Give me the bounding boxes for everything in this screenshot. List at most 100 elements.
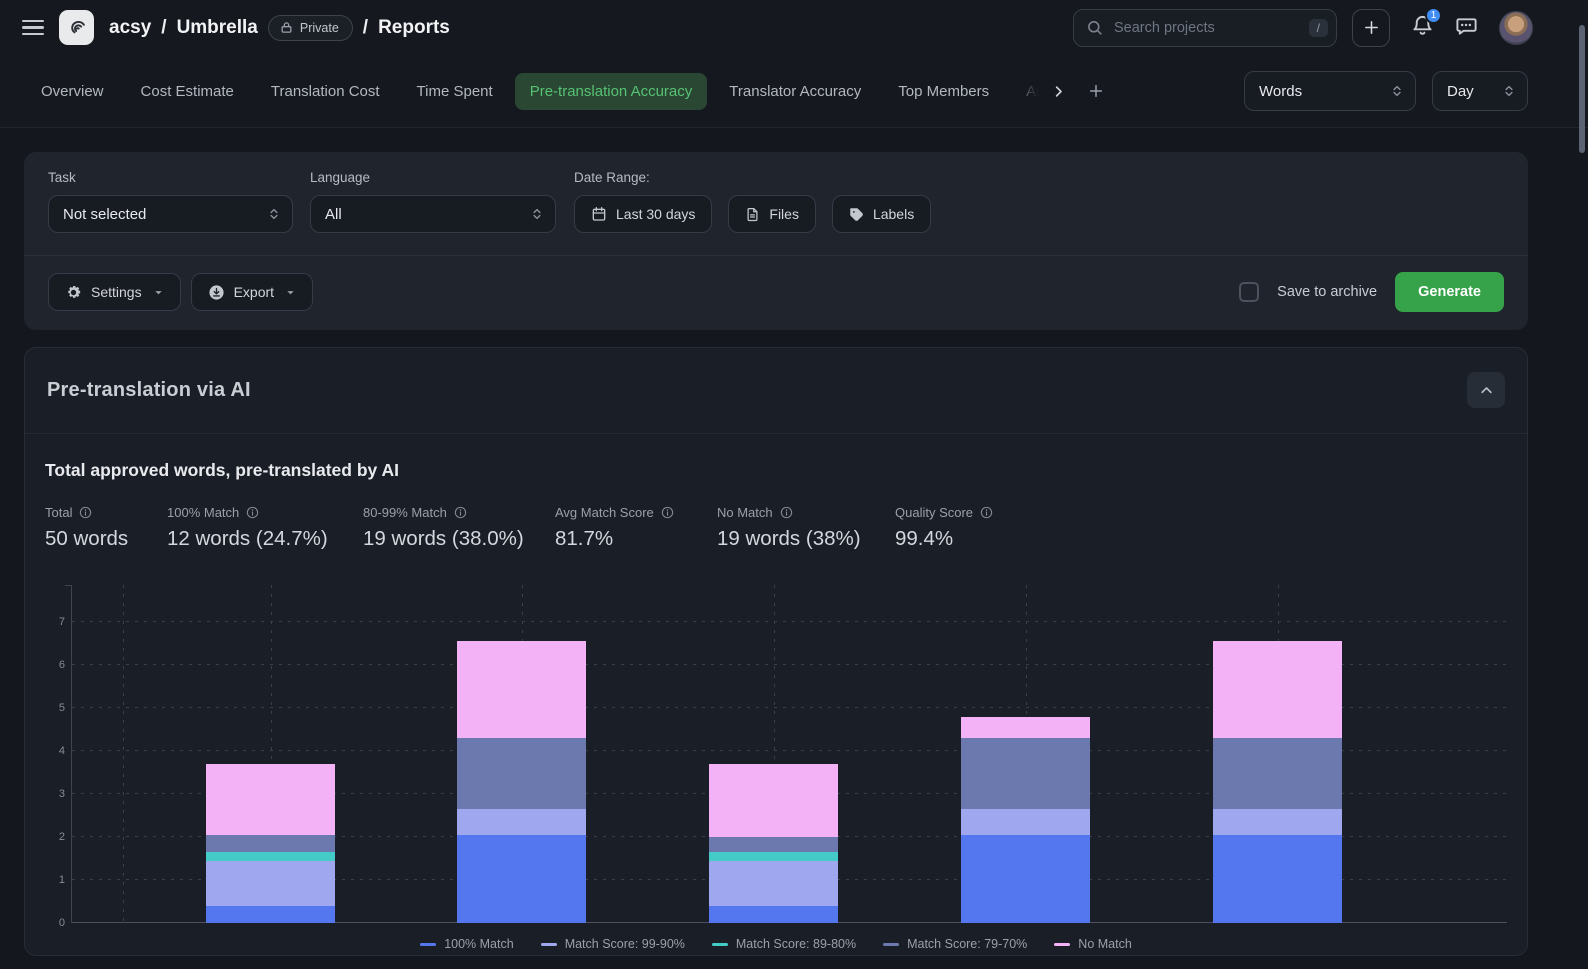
user-avatar[interactable] — [1499, 11, 1533, 45]
vertical-gridline — [123, 585, 124, 923]
caret-down-icon — [285, 287, 296, 298]
legend-item-100-match[interactable]: 100% Match — [420, 937, 513, 951]
task-select[interactable]: Not selected — [48, 195, 293, 233]
tab-top-members[interactable]: Top Members — [883, 73, 1004, 110]
files-filter-button[interactable]: Files — [728, 195, 816, 233]
legend-item-no-match[interactable]: No Match — [1054, 937, 1132, 951]
bar-segment-no-match — [961, 717, 1090, 739]
tab-overview[interactable]: Overview — [26, 73, 119, 110]
stat-value: 81.7% — [555, 527, 717, 551]
period-select[interactable]: Day — [1432, 71, 1528, 111]
bar-segment-match-score-79-70- — [457, 738, 586, 809]
save-to-archive-label: Save to archive — [1277, 284, 1377, 300]
search-box[interactable]: / — [1073, 9, 1337, 47]
date-range-button[interactable]: Last 30 days — [574, 195, 712, 233]
breadcrumb-org[interactable]: acsy — [109, 17, 151, 39]
bar-segment-no-match — [709, 764, 838, 837]
info-icon[interactable] — [454, 506, 467, 519]
tab-list: OverviewCost EstimateTranslation CostTim… — [26, 73, 1041, 110]
y-tick-label: 4 — [45, 745, 65, 757]
caret-down-icon — [153, 287, 164, 298]
add-report-tab-button[interactable] — [1076, 75, 1116, 107]
y-axis-line — [71, 585, 72, 923]
labels-filter-button[interactable]: Labels — [832, 195, 931, 233]
bar-segment-100-match — [206, 906, 335, 923]
legend-swatch — [1054, 943, 1070, 946]
y-tick-label: 3 — [45, 788, 65, 800]
info-icon[interactable] — [780, 506, 793, 519]
bar-segment-no-match — [206, 764, 335, 835]
info-icon[interactable] — [980, 506, 993, 519]
create-project-button[interactable] — [1352, 9, 1390, 47]
tab-translation-cost[interactable]: Translation Cost — [256, 73, 395, 110]
file-icon — [745, 207, 760, 222]
hamburger-menu-icon[interactable] — [22, 20, 44, 36]
collapse-card-button[interactable] — [1467, 372, 1505, 408]
horizontal-gridline — [72, 621, 1507, 622]
unit-select[interactable]: Words — [1244, 71, 1416, 111]
stat-avg-match-score: Avg Match Score81.7% — [555, 505, 717, 551]
info-icon[interactable] — [246, 506, 259, 519]
y-tick-label: 5 — [45, 702, 65, 714]
stat-value: 50 words — [45, 527, 167, 551]
bar-segment-match-score-99-90- — [457, 809, 586, 835]
y-tick-label: 6 — [45, 659, 65, 671]
bar-segment-match-score-99-90- — [206, 861, 335, 906]
stat-value: 99.4% — [895, 527, 993, 551]
info-icon[interactable] — [79, 506, 92, 519]
page-scrollbar-thumb[interactable] — [1579, 25, 1585, 153]
stat-quality-score: Quality Score99.4% — [895, 505, 993, 551]
breadcrumb-project[interactable]: Umbrella — [177, 17, 258, 39]
tab-ar[interactable]: Ar — [1011, 73, 1041, 110]
app-logo[interactable] — [59, 10, 94, 45]
messages-button[interactable] — [1455, 14, 1478, 42]
notification-count-badge: 1 — [1425, 7, 1442, 24]
tab-time-spent[interactable]: Time Spent — [402, 73, 508, 110]
legend-item-match-score-79-70-[interactable]: Match Score: 79-70% — [883, 937, 1027, 951]
y-tick-label: 1 — [45, 874, 65, 886]
legend-swatch — [420, 943, 436, 946]
bar-segment-match-score-79-70- — [1213, 738, 1342, 809]
bar-segment-100-match — [457, 835, 586, 923]
bar-segment-match-score-99-90- — [961, 809, 1090, 835]
bar-segment-100-match — [961, 835, 1090, 923]
report-filters-panel: Task Not selected Language All Date Rang… — [24, 152, 1528, 330]
stats-row: Total50 words100% Match12 words (24.7%)8… — [45, 505, 1507, 551]
language-select[interactable]: All — [310, 195, 556, 233]
legend-item-match-score-89-80-[interactable]: Match Score: 89-80% — [712, 937, 856, 951]
bar-segment-match-score-89-80- — [206, 852, 335, 861]
filter-divider — [24, 255, 1528, 256]
bar-segment-match-score-79-70- — [961, 738, 1090, 809]
settings-dropdown-button[interactable]: Settings — [48, 273, 181, 311]
stat-value: 19 words (38.0%) — [363, 527, 555, 551]
search-input[interactable] — [1112, 19, 1300, 37]
export-dropdown-button[interactable]: Export — [191, 273, 313, 311]
bar-segment-match-score-79-70- — [709, 837, 838, 852]
tabs-scroll-right-button[interactable] — [1041, 76, 1076, 107]
language-filter-label: Language — [310, 170, 556, 185]
breadcrumb: acsy / Umbrella Private / Reports — [109, 15, 450, 41]
chat-icon — [1455, 14, 1478, 37]
stat-100-match: 100% Match12 words (24.7%) — [167, 505, 363, 551]
updown-chevrons-icon — [267, 207, 281, 221]
top-bar: acsy / Umbrella Private / Reports / 1 — [0, 0, 1588, 55]
stat-80-99-match: 80-99% Match19 words (38.0%) — [363, 505, 555, 551]
plus-icon — [1363, 19, 1380, 36]
info-icon[interactable] — [661, 506, 674, 519]
card-divider — [25, 433, 1527, 434]
legend-item-match-score-99-90-[interactable]: Match Score: 99-90% — [541, 937, 685, 951]
chart-section-title: Total approved words, pre-translated by … — [45, 460, 1507, 481]
gear-icon — [65, 284, 82, 301]
tab-cost-estimate[interactable]: Cost Estimate — [126, 73, 249, 110]
notifications-button[interactable]: 1 — [1411, 14, 1434, 42]
tab-pre-translation-accuracy[interactable]: Pre-translation Accuracy — [515, 73, 708, 110]
task-filter-label: Task — [48, 170, 293, 185]
save-to-archive-checkbox[interactable] — [1239, 282, 1259, 302]
chevron-up-icon — [1479, 383, 1494, 398]
tab-translator-accuracy[interactable]: Translator Accuracy — [714, 73, 876, 110]
generate-button[interactable]: Generate — [1395, 272, 1504, 312]
bar-segment-no-match — [1213, 641, 1342, 738]
date-range-label: Date Range: — [574, 170, 931, 185]
stat-value: 12 words (24.7%) — [167, 527, 363, 551]
stat-value: 19 words (38%) — [717, 527, 895, 551]
